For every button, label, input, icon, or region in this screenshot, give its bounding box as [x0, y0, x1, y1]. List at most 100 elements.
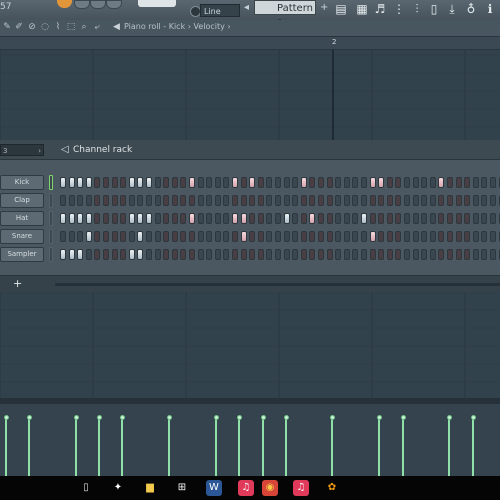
step-button[interactable] [326, 177, 333, 188]
velocity-handle[interactable] [446, 415, 452, 420]
step-button[interactable] [85, 231, 92, 242]
paint-tool-icon[interactable]: ✐ [14, 22, 24, 32]
step-button[interactable] [240, 195, 247, 206]
step-button[interactable] [180, 231, 187, 242]
step-button[interactable] [68, 177, 75, 188]
step-button[interactable] [275, 213, 281, 224]
step-button[interactable] [386, 231, 393, 242]
step-button[interactable] [490, 213, 496, 224]
transport-button[interactable] [74, 0, 90, 9]
step-button[interactable] [60, 231, 66, 242]
step-button[interactable] [77, 213, 84, 224]
mixer-icon[interactable]: ⫶ [410, 2, 424, 16]
step-button[interactable] [404, 231, 410, 242]
channel-button[interactable]: Hat [0, 211, 44, 226]
step-button[interactable] [240, 231, 247, 242]
velocity-handle[interactable] [26, 415, 32, 420]
step-button[interactable] [378, 177, 385, 188]
step-button[interactable] [214, 177, 221, 188]
step-button[interactable] [455, 213, 462, 224]
step-button[interactable] [404, 177, 410, 188]
step-button[interactable] [171, 213, 178, 224]
velocity-bar[interactable] [75, 418, 77, 476]
step-button[interactable] [223, 195, 230, 206]
plugin-icon[interactable]: ♁ [464, 2, 478, 16]
step-button[interactable] [171, 177, 178, 188]
step-button[interactable] [103, 249, 109, 260]
channel-select-led[interactable] [49, 193, 53, 208]
step-button[interactable] [361, 177, 367, 188]
step-button[interactable] [447, 249, 453, 260]
step-button[interactable] [335, 177, 342, 188]
step-button[interactable] [163, 195, 170, 206]
step-button[interactable] [472, 213, 479, 224]
step-button[interactable] [481, 177, 488, 188]
velocity-handle[interactable] [470, 415, 476, 420]
step-button[interactable] [189, 249, 195, 260]
step-button[interactable] [386, 249, 393, 260]
velocity-bar[interactable] [378, 418, 380, 476]
step-button[interactable] [352, 231, 359, 242]
step-button[interactable] [60, 249, 66, 260]
step-button[interactable] [343, 213, 350, 224]
step-button[interactable] [429, 195, 436, 206]
velocity-handle[interactable] [213, 415, 219, 420]
step-button[interactable] [309, 249, 316, 260]
draw-tool-icon[interactable]: ✎ [2, 22, 12, 32]
step-button[interactable] [292, 231, 299, 242]
step-button[interactable] [343, 195, 350, 206]
step-button[interactable] [94, 213, 101, 224]
step-button[interactable] [180, 177, 187, 188]
step-button[interactable] [103, 213, 109, 224]
velocity-lane[interactable] [0, 404, 500, 476]
step-button[interactable] [103, 195, 109, 206]
step-button[interactable] [447, 213, 453, 224]
transport-button[interactable] [106, 0, 122, 9]
step-button[interactable] [77, 249, 84, 260]
step-button[interactable] [447, 177, 453, 188]
step-button[interactable] [395, 213, 402, 224]
step-button[interactable] [120, 231, 127, 242]
step-button[interactable] [232, 231, 238, 242]
step-button[interactable] [232, 249, 238, 260]
step-button[interactable] [146, 177, 152, 188]
step-button[interactable] [85, 177, 92, 188]
velocity-handle[interactable] [3, 415, 9, 420]
step-button[interactable] [283, 213, 290, 224]
step-button[interactable] [111, 231, 118, 242]
velocity-bar[interactable] [238, 418, 240, 476]
step-button[interactable] [326, 213, 333, 224]
step-button[interactable] [240, 177, 247, 188]
step-button[interactable] [335, 249, 342, 260]
step-button[interactable] [249, 213, 256, 224]
step-button[interactable] [438, 195, 445, 206]
velocity-bar[interactable] [121, 418, 123, 476]
step-button[interactable] [292, 195, 299, 206]
step-button[interactable] [60, 195, 66, 206]
velocity-bar[interactable] [448, 418, 450, 476]
step-button[interactable] [472, 177, 479, 188]
step-button[interactable] [128, 177, 135, 188]
step-button[interactable] [472, 231, 479, 242]
step-button[interactable] [292, 177, 299, 188]
step-button[interactable] [197, 177, 204, 188]
step-button[interactable] [404, 195, 410, 206]
channel-select-led[interactable] [49, 175, 53, 190]
step-button[interactable] [361, 213, 367, 224]
step-button[interactable] [257, 195, 264, 206]
channel-button[interactable]: Sampler [0, 247, 44, 262]
step-button[interactable] [180, 249, 187, 260]
step-button[interactable] [214, 231, 221, 242]
info-icon[interactable]: ℹ [483, 2, 497, 16]
step-button[interactable] [232, 213, 238, 224]
step-button[interactable] [421, 249, 428, 260]
time-display[interactable] [138, 0, 176, 7]
step-button[interactable] [361, 249, 367, 260]
step-button[interactable] [128, 231, 135, 242]
step-button[interactable] [163, 231, 170, 242]
step-button[interactable] [335, 195, 342, 206]
step-button[interactable] [421, 195, 428, 206]
step-button[interactable] [111, 249, 118, 260]
velocity-handle[interactable] [236, 415, 242, 420]
step-button[interactable] [309, 213, 316, 224]
